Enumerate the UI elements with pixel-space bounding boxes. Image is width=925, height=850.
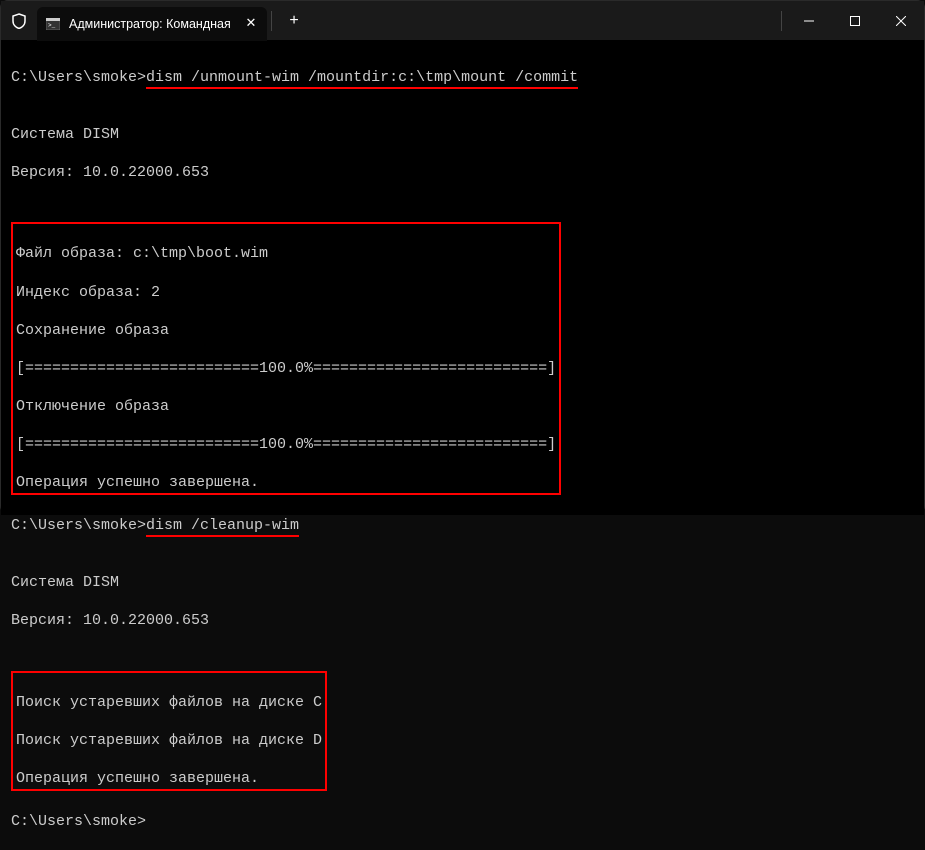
terminal-line: [==========================100.0%=======… xyxy=(16,359,556,378)
cmd-icon: >_ xyxy=(45,16,61,32)
close-button[interactable] xyxy=(878,1,924,41)
terminal-line: Версия: 10.0.22000.653 xyxy=(11,163,914,182)
terminal-line: Индекс образа: 2 xyxy=(16,283,556,302)
terminal-line: C:\Users\smoke>dism /cleanup-wim xyxy=(11,516,914,535)
tab-title: Администратор: Командная xyxy=(69,17,235,31)
terminal-line: C:\Users\smoke> xyxy=(11,812,914,831)
terminal-line: C:\Users\smoke>dism /unmount-wim /mountd… xyxy=(11,68,914,87)
terminal-line: Поиск устаревших файлов на диске D xyxy=(16,731,322,750)
tab-active[interactable]: >_ Администратор: Командная ✕ xyxy=(37,7,267,41)
minimize-button[interactable] xyxy=(786,1,832,41)
titlebar-separator xyxy=(781,11,782,31)
svg-text:>_: >_ xyxy=(48,22,56,29)
prompt: C:\Users\smoke> xyxy=(11,517,146,534)
terminal-line: Операция успешно завершена. xyxy=(16,473,556,492)
terminal-line: Операция успешно завершена. xyxy=(16,769,322,788)
command-highlighted: dism /cleanup-wim xyxy=(146,517,299,537)
terminal-line: Cистема DISM xyxy=(11,125,914,144)
terminal-line: Файл образа: c:\tmp\boot.wim xyxy=(16,244,556,263)
prompt: C:\Users\smoke> xyxy=(11,69,146,86)
output-highlight-box: Поиск устаревших файлов на диске C Поиск… xyxy=(11,671,327,791)
titlebar: >_ Администратор: Командная ✕ + xyxy=(1,1,924,41)
tab-close-button[interactable]: ✕ xyxy=(243,16,259,32)
tab-separator xyxy=(271,11,272,31)
output-highlight-box: Файл образа: c:\tmp\boot.wim Индекс обра… xyxy=(11,222,561,495)
terminal-output[interactable]: C:\Users\smoke>dism /unmount-wim /mountd… xyxy=(1,41,924,515)
terminal-line: Сохранение образа xyxy=(16,321,556,340)
terminal-line: [==========================100.0%=======… xyxy=(16,435,556,454)
terminal-line: Отключение образа xyxy=(16,397,556,416)
maximize-button[interactable] xyxy=(832,1,878,41)
terminal-line: Cистема DISM xyxy=(11,573,914,592)
terminal-line: Версия: 10.0.22000.653 xyxy=(11,611,914,630)
uac-shield-icon xyxy=(1,1,37,41)
new-tab-button[interactable]: + xyxy=(276,1,312,41)
command-highlighted: dism /unmount-wim /mountdir:c:\tmp\mount… xyxy=(146,69,578,89)
terminal-line: Поиск устаревших файлов на диске C xyxy=(16,693,322,712)
window-controls xyxy=(786,1,924,41)
